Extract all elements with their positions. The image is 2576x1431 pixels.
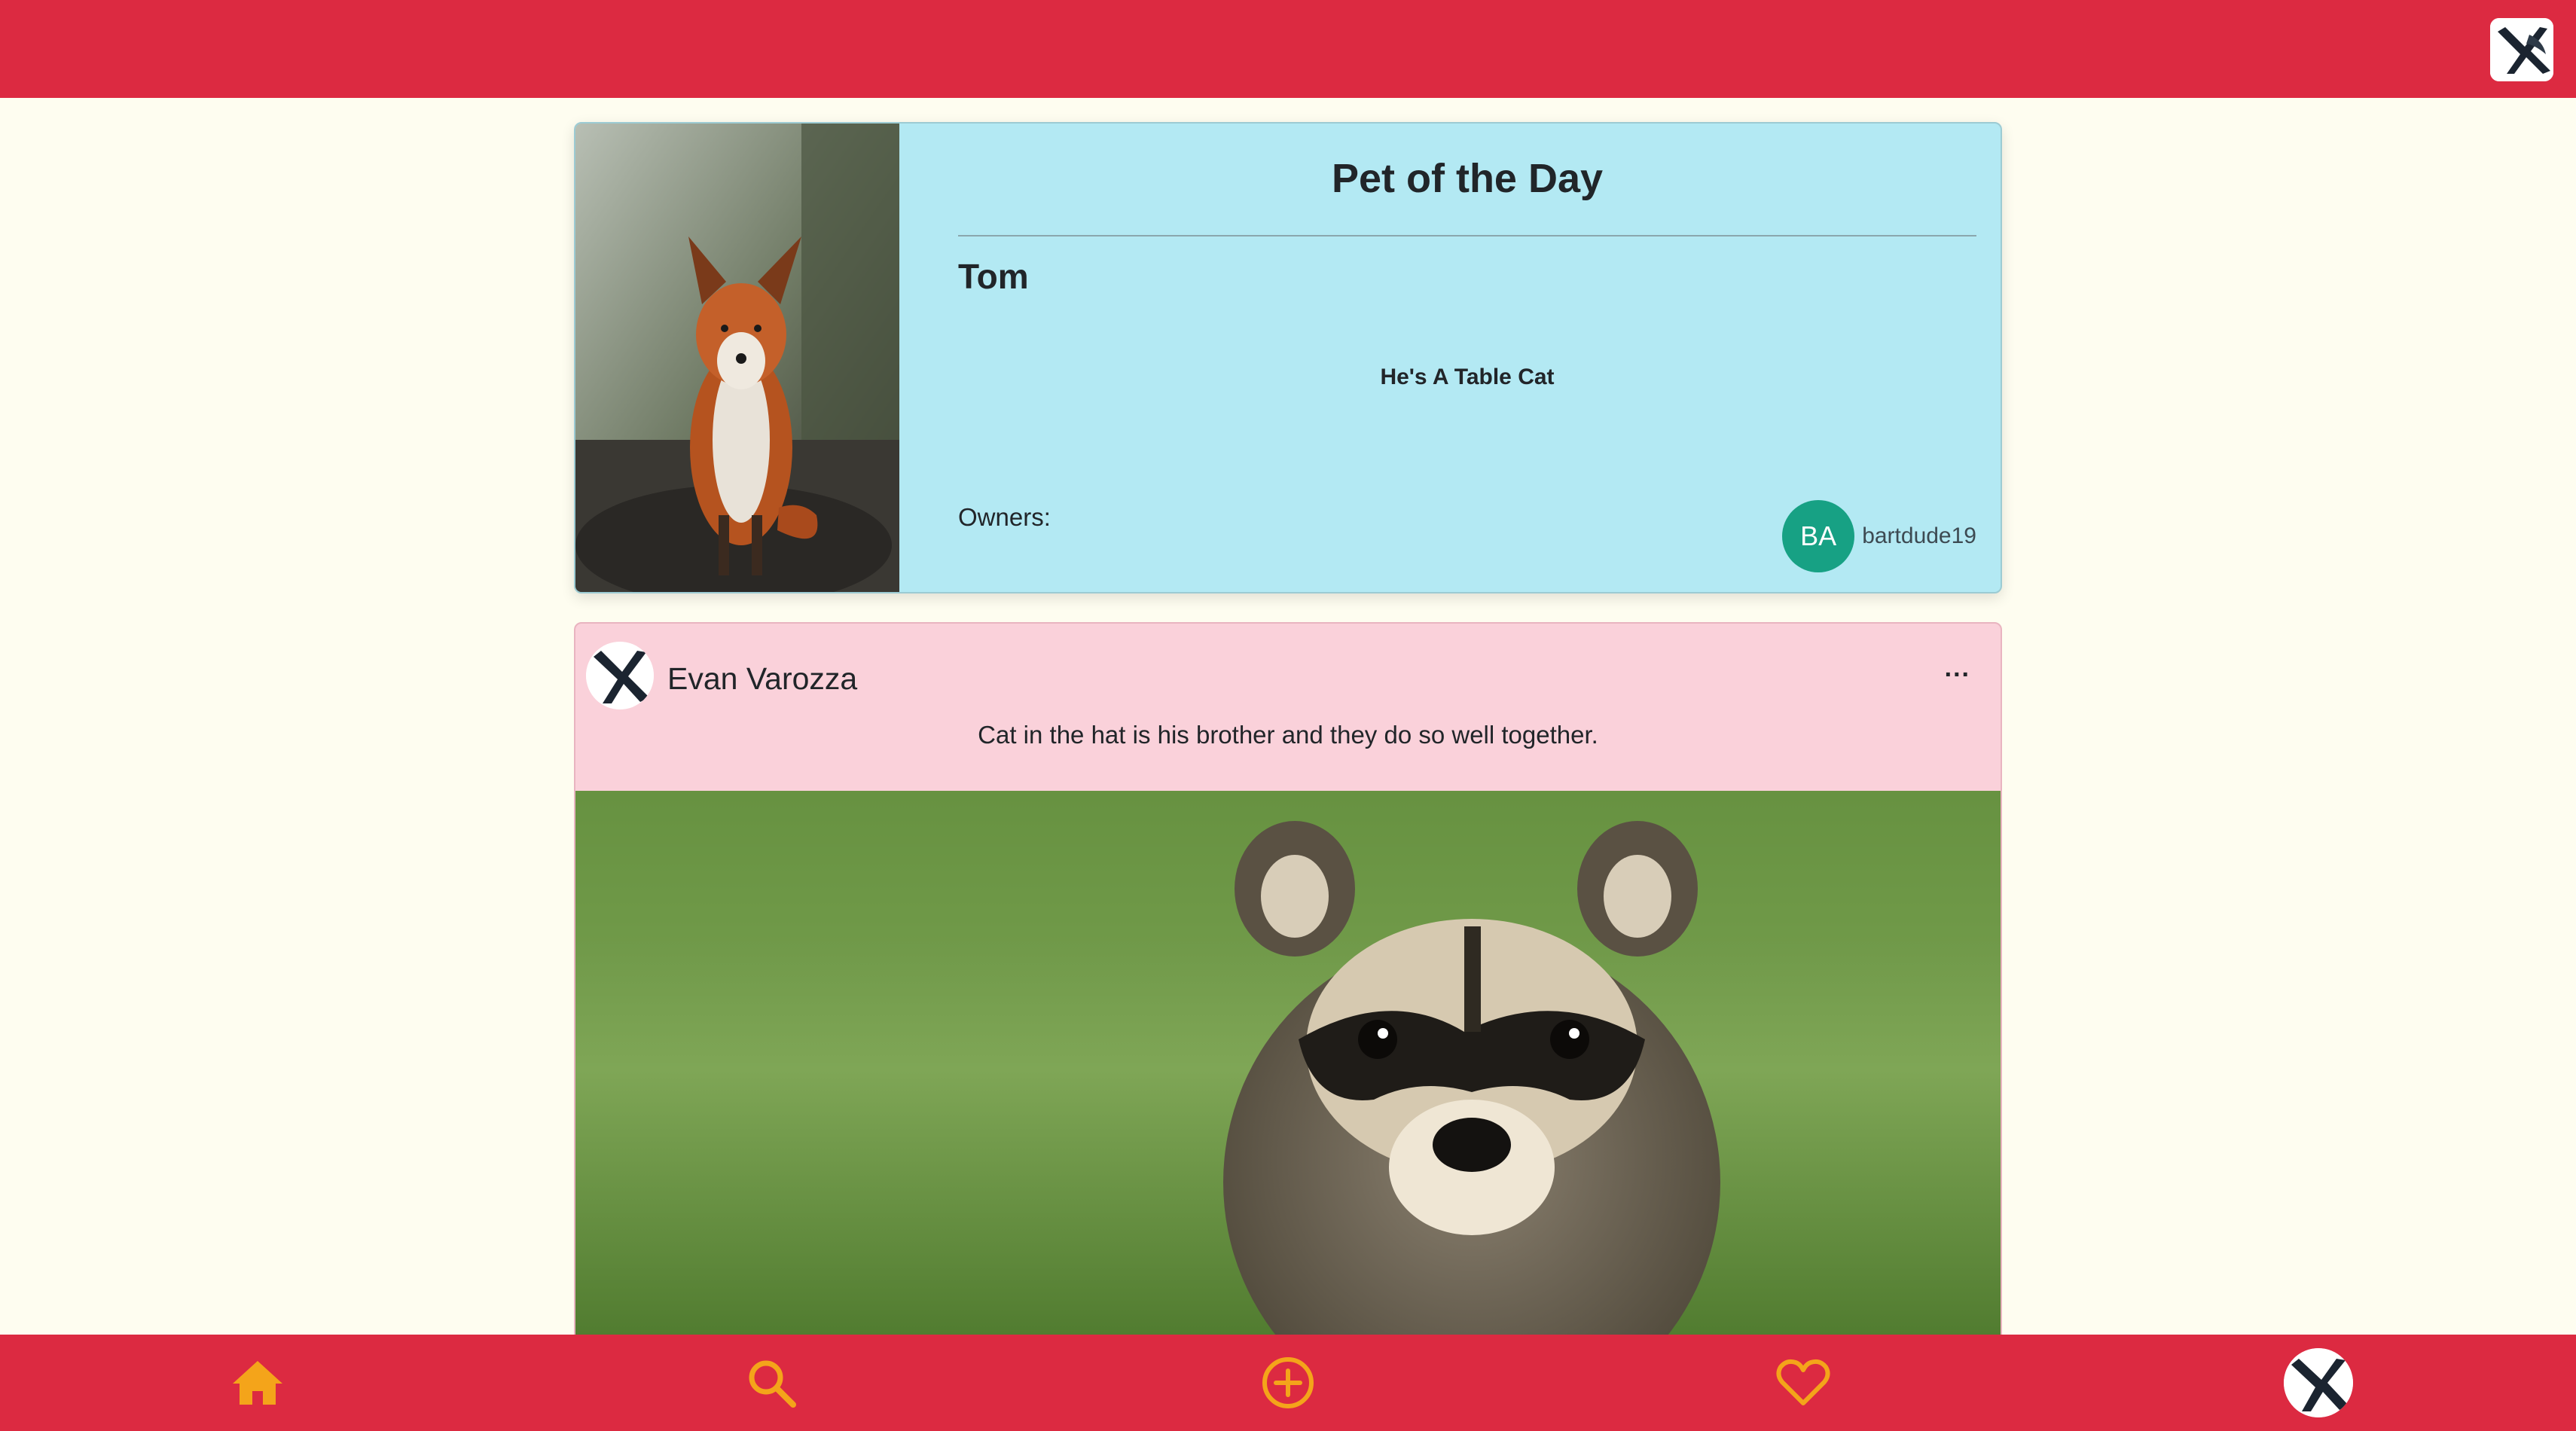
home-icon xyxy=(233,1361,282,1405)
post-options-button[interactable]: ... xyxy=(1945,654,1970,683)
profile-logo-icon xyxy=(2284,1348,2353,1417)
raccoon-photo-image xyxy=(575,791,2001,1344)
owner-chip[interactable]: BA bartdude19 xyxy=(1782,500,1976,572)
owner-avatar[interactable]: BA xyxy=(1782,500,1855,572)
owners-label: Owners: xyxy=(958,503,1051,531)
bottom-nav xyxy=(0,1335,2576,1431)
fox-photo-image xyxy=(575,124,899,592)
search-icon xyxy=(749,1360,796,1408)
add-circle-icon xyxy=(1262,1357,1314,1408)
author-logo-icon xyxy=(586,642,654,709)
logo-icon xyxy=(2490,18,2553,81)
pet-of-the-day-body: Pet of the Day Tom He's A Table Cat Owne… xyxy=(899,124,2001,592)
nav-home-button[interactable] xyxy=(227,1353,288,1413)
owner-username[interactable]: bartdude19 xyxy=(1862,523,1976,549)
nav-favorites-button[interactable] xyxy=(1773,1353,1833,1413)
post-image[interactable] xyxy=(575,791,2001,1344)
post-author-name[interactable]: Evan Varozza xyxy=(667,661,857,697)
pet-photo[interactable] xyxy=(575,124,899,592)
pet-of-the-day-heading: Pet of the Day xyxy=(958,124,1976,236)
heart-icon xyxy=(1776,1359,1830,1405)
post-header: Evan Varozza ... xyxy=(575,624,2001,722)
author-avatar[interactable] xyxy=(586,642,654,709)
app-logo-avatar[interactable] xyxy=(2490,18,2553,81)
pet-name[interactable]: Tom xyxy=(958,256,1976,297)
nav-search-button[interactable] xyxy=(741,1353,801,1413)
post-card: Evan Varozza ... Cat in the hat is his b… xyxy=(574,622,2002,1345)
feed: Pet of the Day Tom He's A Table Cat Owne… xyxy=(574,122,2002,1345)
nav-add-button[interactable] xyxy=(1258,1353,1318,1413)
top-bar xyxy=(0,0,2576,98)
nav-profile-avatar[interactable] xyxy=(2284,1348,2353,1417)
pet-of-the-day-card: Pet of the Day Tom He's A Table Cat Owne… xyxy=(574,122,2002,593)
post-caption: Cat in the hat is his brother and they d… xyxy=(978,721,1598,749)
pet-bio: He's A Table Cat xyxy=(1380,365,1555,389)
